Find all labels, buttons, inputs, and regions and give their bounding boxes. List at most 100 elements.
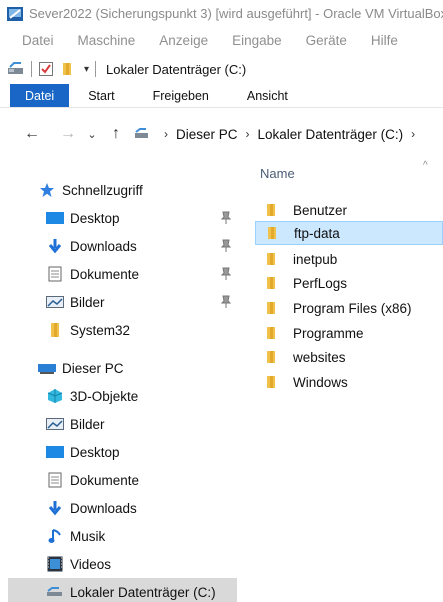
pin-icon[interactable] bbox=[220, 211, 232, 225]
music-note-icon bbox=[46, 528, 64, 544]
folder-icon bbox=[267, 376, 275, 388]
qat-dropdown-icon[interactable]: ▾ bbox=[84, 64, 89, 75]
file-row-inetpub[interactable]: inetpub bbox=[255, 247, 443, 271]
folder-icon bbox=[46, 322, 64, 338]
file-row-ftp-data[interactable]: ftp-data bbox=[255, 221, 443, 245]
nav-this-pc[interactable]: Dieser PC bbox=[0, 354, 245, 382]
folder-icon bbox=[267, 327, 275, 339]
nav-item-label: Lokaler Datenträger (C:) bbox=[70, 584, 216, 600]
nav-item-desktop[interactable]: Desktop bbox=[0, 204, 245, 232]
nav-item-label: Desktop bbox=[70, 444, 120, 460]
drive-icon bbox=[46, 584, 64, 600]
file-row-websites[interactable]: websites bbox=[255, 345, 443, 369]
vm-menu-eingabe[interactable]: Eingabe bbox=[232, 33, 282, 48]
file-name: Programme bbox=[293, 325, 364, 341]
nav-quick-access-label: Schnellzugriff bbox=[62, 182, 143, 198]
pictures-icon bbox=[46, 416, 64, 432]
file-row-windows[interactable]: Windows bbox=[255, 370, 443, 394]
nav-item-musik[interactable]: Musik bbox=[0, 522, 245, 550]
sort-ascending-icon: ^ bbox=[423, 160, 428, 171]
nav-item-bilder-pc[interactable]: Bilder bbox=[0, 410, 245, 438]
drive-icon bbox=[135, 128, 148, 138]
properties-check-icon[interactable] bbox=[38, 61, 54, 77]
vm-window-title: Sever2022 (Sicherungspunkt 3) [wird ausg… bbox=[29, 6, 443, 21]
pin-icon[interactable] bbox=[220, 295, 232, 309]
file-name: websites bbox=[293, 349, 346, 365]
this-pc-icon bbox=[38, 360, 56, 376]
folder-icon bbox=[267, 302, 275, 314]
nav-item-label: Dokumente bbox=[70, 266, 140, 282]
breadcrumb-dieser-pc[interactable]: Dieser PC bbox=[176, 127, 238, 142]
nav-item-3d-objekte[interactable]: 3D-Objekte bbox=[0, 382, 245, 410]
up-arrow-icon[interactable]: ↑ bbox=[106, 125, 126, 143]
drive-icon bbox=[8, 62, 23, 74]
pin-icon[interactable] bbox=[220, 267, 232, 281]
tab-freigeben[interactable]: Freigeben bbox=[134, 84, 228, 107]
explorer-window-title: Lokaler Datenträger (C:) bbox=[106, 61, 247, 77]
file-name: Benutzer bbox=[293, 202, 348, 218]
tab-start[interactable]: Start bbox=[69, 84, 133, 107]
vm-menu-maschine[interactable]: Maschine bbox=[78, 33, 136, 48]
desktop-icon bbox=[46, 210, 64, 226]
pin-icon[interactable] bbox=[220, 239, 232, 253]
file-name: Windows bbox=[293, 374, 348, 390]
virtualbox-logo-icon bbox=[7, 6, 23, 21]
file-row-benutzer[interactable]: Benutzer bbox=[255, 198, 443, 222]
column-header-name[interactable]: Name bbox=[260, 166, 295, 181]
recent-locations-chevron-icon[interactable]: ⌄ bbox=[82, 128, 102, 141]
nav-item-lokaler-datentraeger[interactable]: Lokaler Datenträger (C:) bbox=[8, 578, 237, 602]
folder-icon bbox=[267, 253, 275, 265]
new-folder-icon[interactable] bbox=[61, 61, 75, 77]
nav-item-downloads[interactable]: Downloads bbox=[0, 232, 245, 260]
nav-item-downloads-pc[interactable]: Downloads bbox=[0, 494, 245, 522]
breadcrumb-separator[interactable]: › bbox=[164, 127, 168, 141]
star-icon bbox=[38, 182, 56, 198]
forward-arrow-icon[interactable]: → bbox=[58, 125, 78, 143]
back-arrow-icon[interactable]: ← bbox=[22, 125, 42, 143]
nav-item-system32[interactable]: System32 bbox=[0, 316, 245, 344]
quick-access-toolbar: ▾ Lokaler Datenträger (C:) bbox=[0, 56, 443, 82]
nav-item-videos[interactable]: Videos bbox=[0, 550, 245, 578]
vm-menu-bar: Datei Maschine Anzeige Eingabe Geräte Hi… bbox=[0, 27, 443, 53]
nav-item-label: Downloads bbox=[70, 238, 137, 254]
folder-icon bbox=[267, 204, 275, 216]
nav-item-label: Dokumente bbox=[70, 472, 140, 488]
vm-window-title-bar: Sever2022 (Sicherungspunkt 3) [wird ausg… bbox=[0, 0, 443, 27]
tab-datei[interactable]: Datei bbox=[10, 84, 70, 107]
ribbon-tabs: Datei Start Freigeben Ansicht bbox=[0, 84, 443, 108]
file-name: inetpub bbox=[293, 251, 338, 267]
nav-item-dokumente-pc[interactable]: Dokumente bbox=[0, 466, 245, 494]
navigation-pane: Schnellzugriff Desktop Downloads Dokumen… bbox=[0, 160, 245, 602]
vm-menu-datei[interactable]: Datei bbox=[22, 33, 54, 48]
folder-icon bbox=[267, 277, 275, 289]
vm-menu-hilfe[interactable]: Hilfe bbox=[371, 33, 398, 48]
nav-item-bilder[interactable]: Bilder bbox=[0, 288, 245, 316]
file-name: Program Files (x86) bbox=[293, 300, 412, 316]
breadcrumb-separator[interactable]: › bbox=[246, 127, 250, 141]
qat-separator-2 bbox=[95, 61, 97, 77]
nav-item-dokumente[interactable]: Dokumente bbox=[0, 260, 245, 288]
breadcrumb-lokaler-datentraeger[interactable]: Lokaler Datenträger (C:) bbox=[258, 127, 404, 142]
tab-ansicht[interactable]: Ansicht bbox=[228, 84, 307, 107]
file-name: ftp-data bbox=[294, 225, 340, 241]
breadcrumb-separator[interactable]: › bbox=[411, 127, 415, 141]
file-list: ^ Name Benutzer ftp-data inetpub PerfLog… bbox=[247, 160, 443, 602]
vm-menu-anzeige[interactable]: Anzeige bbox=[159, 33, 208, 48]
file-row-perflogs[interactable]: PerfLogs bbox=[255, 271, 443, 295]
documents-icon bbox=[46, 472, 64, 488]
folder-icon bbox=[268, 227, 276, 239]
nav-item-label: 3D-Objekte bbox=[70, 388, 139, 404]
nav-item-label: System32 bbox=[70, 322, 131, 338]
nav-item-label: Desktop bbox=[70, 210, 120, 226]
vm-menu-geraete[interactable]: Geräte bbox=[306, 33, 347, 48]
nav-item-label: Bilder bbox=[70, 294, 105, 310]
pictures-icon bbox=[46, 294, 64, 310]
nav-quick-access[interactable]: Schnellzugriff bbox=[0, 176, 245, 204]
nav-item-label: Bilder bbox=[70, 416, 105, 432]
nav-item-label: Downloads bbox=[70, 500, 137, 516]
address-bar: ← → ⌄ ↑ › Dieser PC › Lokaler Datenträge… bbox=[0, 114, 443, 154]
nav-item-desktop-pc[interactable]: Desktop bbox=[0, 438, 245, 466]
file-row-programme[interactable]: Programme bbox=[255, 321, 443, 345]
breadcrumb[interactable]: › Dieser PC › Lokaler Datenträger (C:) › bbox=[134, 127, 423, 142]
file-row-program-files-x86[interactable]: Program Files (x86) bbox=[255, 296, 443, 320]
